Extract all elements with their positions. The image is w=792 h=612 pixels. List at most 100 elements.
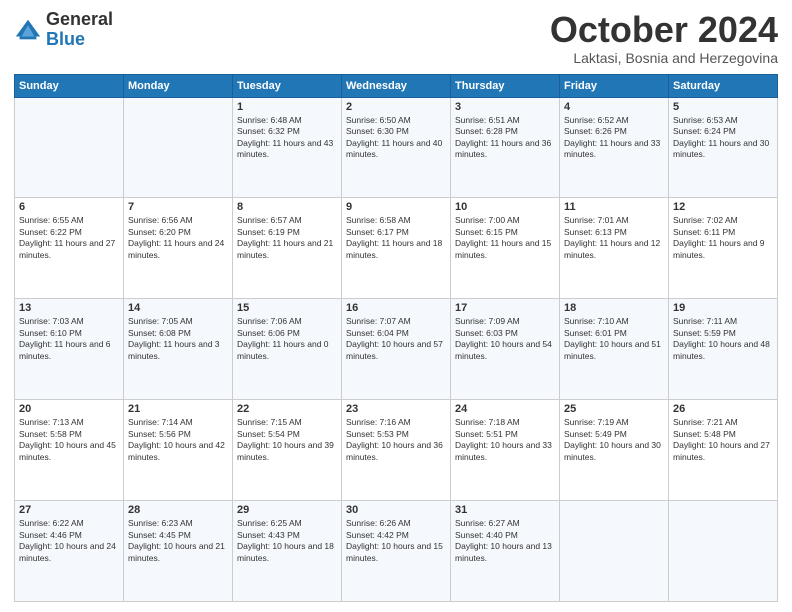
logo-icon [14, 16, 42, 44]
cell-info: Sunrise: 7:16 AMSunset: 5:53 PMDaylight:… [346, 417, 446, 463]
calendar-cell: 9Sunrise: 6:58 AMSunset: 6:17 PMDaylight… [342, 198, 451, 299]
calendar-cell: 28 Sunrise: 6:23 AMSunset: 4:45 PMDayligh… [124, 501, 233, 602]
calendar-cell: 4 Sunrise: 6:52 AMSunset: 6:26 PMDaylight… [560, 97, 669, 198]
cell-info: Sunrise: 6:58 AMSunset: 6:17 PMDaylight:… [346, 215, 446, 261]
cell-info: Sunrise: 6:55 AMSunset: 6:22 PMDaylight:… [19, 215, 119, 261]
day-number: 23 [346, 403, 446, 415]
cell-info: Sunrise: 6:50 AMSunset: 6:30 PMDaylight:… [346, 115, 446, 161]
cell-info: Sunrise: 7:09 AMSunset: 6:03 PMDaylight:… [455, 316, 555, 362]
calendar-cell: 11 Sunrise: 7:01 AMSunset: 6:13 PMDayligh… [560, 198, 669, 299]
cell-info: Sunrise: 7:06 AMSunset: 6:06 PMDaylight:… [237, 316, 337, 362]
calendar-cell: 1 Sunrise: 6:48 AMSunset: 6:32 PMDaylight… [233, 97, 342, 198]
day-header-monday: Monday [124, 74, 233, 97]
calendar-cell: 18 Sunrise: 7:10 AMSunset: 6:01 PMDayligh… [560, 299, 669, 400]
cell-info: Sunrise: 6:57 AMSunset: 6:19 PMDaylight:… [237, 215, 337, 261]
day-header-sunday: Sunday [15, 74, 124, 97]
day-number: 15 [237, 302, 337, 314]
calendar-cell: 13Sunrise: 7:03 AMSunset: 6:10 PMDayligh… [15, 299, 124, 400]
day-number: 11 [564, 201, 664, 213]
cell-info: Sunrise: 6:23 AMSunset: 4:45 PMDaylight:… [128, 518, 228, 564]
calendar-week-5: 27Sunrise: 6:22 AMSunset: 4:46 PMDayligh… [15, 501, 778, 602]
cell-info: Sunrise: 6:48 AMSunset: 6:32 PMDaylight:… [237, 115, 337, 161]
calendar-cell: 20 Sunrise: 7:13 AMSunset: 5:58 PMDayligh… [15, 400, 124, 501]
calendar-week-1: 1 Sunrise: 6:48 AMSunset: 6:32 PMDaylight… [15, 97, 778, 198]
cell-info: Sunrise: 7:02 AMSunset: 6:11 PMDaylight:… [673, 215, 773, 261]
cell-info: Sunrise: 7:14 AMSunset: 5:56 PMDaylight:… [128, 417, 228, 463]
title-block: October 2024 Laktasi, Bosnia and Herzego… [550, 10, 778, 66]
day-header-wednesday: Wednesday [342, 74, 451, 97]
calendar-body: 1 Sunrise: 6:48 AMSunset: 6:32 PMDaylight… [15, 97, 778, 601]
day-number: 12 [673, 201, 773, 213]
cell-info: Sunrise: 6:26 AMSunset: 4:42 PMDaylight:… [346, 518, 446, 564]
cell-info: Sunrise: 6:25 AMSunset: 4:43 PMDaylight:… [237, 518, 337, 564]
cell-info: Sunrise: 7:01 AMSunset: 6:13 PMDaylight:… [564, 215, 664, 261]
cell-info: Sunrise: 6:51 AMSunset: 6:28 PMDaylight:… [455, 115, 555, 161]
logo: General Blue [14, 10, 113, 50]
logo-blue: Blue [46, 30, 113, 50]
calendar-cell [124, 97, 233, 198]
location-subtitle: Laktasi, Bosnia and Herzegovina [550, 50, 778, 66]
day-number: 21 [128, 403, 228, 415]
cell-info: Sunrise: 7:13 AMSunset: 5:58 PMDaylight:… [19, 417, 119, 463]
calendar-cell: 21 Sunrise: 7:14 AMSunset: 5:56 PMDayligh… [124, 400, 233, 501]
day-number: 18 [564, 302, 664, 314]
day-number: 19 [673, 302, 773, 314]
day-number: 1 [237, 101, 337, 113]
cell-info: Sunrise: 7:05 AMSunset: 6:08 PMDaylight:… [128, 316, 228, 362]
calendar-header-row: SundayMondayTuesdayWednesdayThursdayFrid… [15, 74, 778, 97]
day-number: 8 [237, 201, 337, 213]
calendar-cell: 14Sunrise: 7:05 AMSunset: 6:08 PMDayligh… [124, 299, 233, 400]
day-number: 29 [237, 504, 337, 516]
cell-info: Sunrise: 6:56 AMSunset: 6:20 PMDaylight:… [128, 215, 228, 261]
calendar-week-3: 13Sunrise: 7:03 AMSunset: 6:10 PMDayligh… [15, 299, 778, 400]
day-number: 6 [19, 201, 119, 213]
calendar-cell: 6 Sunrise: 6:55 AMSunset: 6:22 PMDaylight… [15, 198, 124, 299]
calendar-table: SundayMondayTuesdayWednesdayThursdayFrid… [14, 74, 778, 602]
calendar-week-4: 20 Sunrise: 7:13 AMSunset: 5:58 PMDayligh… [15, 400, 778, 501]
day-number: 22 [237, 403, 337, 415]
calendar-cell: 5Sunrise: 6:53 AMSunset: 6:24 PMDaylight… [669, 97, 778, 198]
cell-info: Sunrise: 6:52 AMSunset: 6:26 PMDaylight:… [564, 115, 664, 161]
calendar-cell [669, 501, 778, 602]
calendar-cell: 23 Sunrise: 7:16 AMSunset: 5:53 PMDayligh… [342, 400, 451, 501]
calendar-cell: 15 Sunrise: 7:06 AMSunset: 6:06 PMDayligh… [233, 299, 342, 400]
calendar-cell: 27Sunrise: 6:22 AMSunset: 4:46 PMDayligh… [15, 501, 124, 602]
calendar-cell: 2 Sunrise: 6:50 AMSunset: 6:30 PMDaylight… [342, 97, 451, 198]
day-number: 31 [455, 504, 555, 516]
calendar-cell [15, 97, 124, 198]
day-number: 20 [19, 403, 119, 415]
calendar-cell [560, 501, 669, 602]
logo-general: General [46, 10, 113, 30]
cell-info: Sunrise: 7:07 AMSunset: 6:04 PMDaylight:… [346, 316, 446, 362]
cell-info: Sunrise: 6:53 AMSunset: 6:24 PMDaylight:… [673, 115, 773, 161]
day-header-tuesday: Tuesday [233, 74, 342, 97]
cell-info: Sunrise: 6:22 AMSunset: 4:46 PMDaylight:… [19, 518, 119, 564]
cell-info: Sunrise: 7:15 AMSunset: 5:54 PMDaylight:… [237, 417, 337, 463]
calendar-cell: 31 Sunrise: 6:27 AMSunset: 4:40 PMDayligh… [451, 501, 560, 602]
calendar-cell: 17 Sunrise: 7:09 AMSunset: 6:03 PMDayligh… [451, 299, 560, 400]
cell-info: Sunrise: 6:27 AMSunset: 4:40 PMDaylight:… [455, 518, 555, 564]
cell-info: Sunrise: 7:03 AMSunset: 6:10 PMDaylight:… [19, 316, 119, 362]
logo-text: General Blue [46, 10, 113, 50]
day-number: 25 [564, 403, 664, 415]
calendar-cell: 8 Sunrise: 6:57 AMSunset: 6:19 PMDaylight… [233, 198, 342, 299]
day-number: 17 [455, 302, 555, 314]
calendar-cell: 10Sunrise: 7:00 AMSunset: 6:15 PMDayligh… [451, 198, 560, 299]
cell-info: Sunrise: 7:19 AMSunset: 5:49 PMDaylight:… [564, 417, 664, 463]
cell-info: Sunrise: 7:10 AMSunset: 6:01 PMDaylight:… [564, 316, 664, 362]
day-header-friday: Friday [560, 74, 669, 97]
day-number: 3 [455, 101, 555, 113]
day-number: 4 [564, 101, 664, 113]
calendar-week-2: 6 Sunrise: 6:55 AMSunset: 6:22 PMDaylight… [15, 198, 778, 299]
calendar-cell: 7 Sunrise: 6:56 AMSunset: 6:20 PMDaylight… [124, 198, 233, 299]
day-number: 7 [128, 201, 228, 213]
calendar-cell: 19Sunrise: 7:11 AMSunset: 5:59 PMDayligh… [669, 299, 778, 400]
day-number: 28 [128, 504, 228, 516]
calendar-cell: 26Sunrise: 7:21 AMSunset: 5:48 PMDayligh… [669, 400, 778, 501]
cell-info: Sunrise: 7:18 AMSunset: 5:51 PMDaylight:… [455, 417, 555, 463]
day-number: 2 [346, 101, 446, 113]
day-number: 30 [346, 504, 446, 516]
day-number: 16 [346, 302, 446, 314]
calendar-cell: 30 Sunrise: 6:26 AMSunset: 4:42 PMDayligh… [342, 501, 451, 602]
calendar-cell: 25 Sunrise: 7:19 AMSunset: 5:49 PMDayligh… [560, 400, 669, 501]
